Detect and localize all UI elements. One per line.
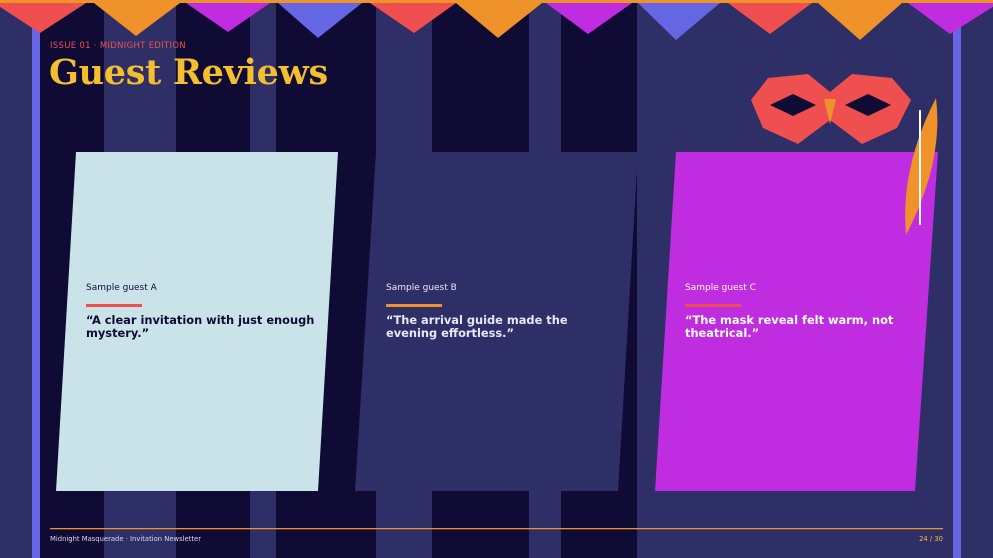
review-a: Sample guest A “A clear invitation with … (86, 283, 316, 340)
review-b: Sample guest B “The arrival guide made t… (386, 283, 616, 340)
review-quote: “The mask reveal felt warm, not theatric… (685, 313, 894, 340)
footer-rule (50, 528, 943, 530)
left-edge-bar (32, 0, 40, 558)
page-title: Guest Reviews (49, 52, 328, 93)
issue-kicker: ISSUE 01 · MIDNIGHT EDITION (50, 41, 186, 51)
footer-publication: Midnight Masquerade · Invitation Newslet… (50, 535, 201, 543)
accent-bar (386, 304, 442, 307)
review-quote: “A clear invitation with just enough mys… (86, 313, 315, 340)
review-c: Sample guest C “The mask reveal felt war… (685, 283, 915, 340)
right-edge-bar (953, 0, 961, 558)
review-quote: “The arrival guide made the evening effo… (386, 313, 568, 340)
accent-bar (86, 304, 142, 307)
guest-name: Sample guest A (86, 283, 157, 293)
guest-name: Sample guest C (685, 283, 756, 293)
page-number: 24 / 30 (919, 535, 943, 543)
accent-bar (685, 304, 741, 307)
slide: ISSUE 01 · MIDNIGHT EDITION Guest Review… (0, 0, 993, 558)
guest-name: Sample guest B (386, 283, 457, 293)
